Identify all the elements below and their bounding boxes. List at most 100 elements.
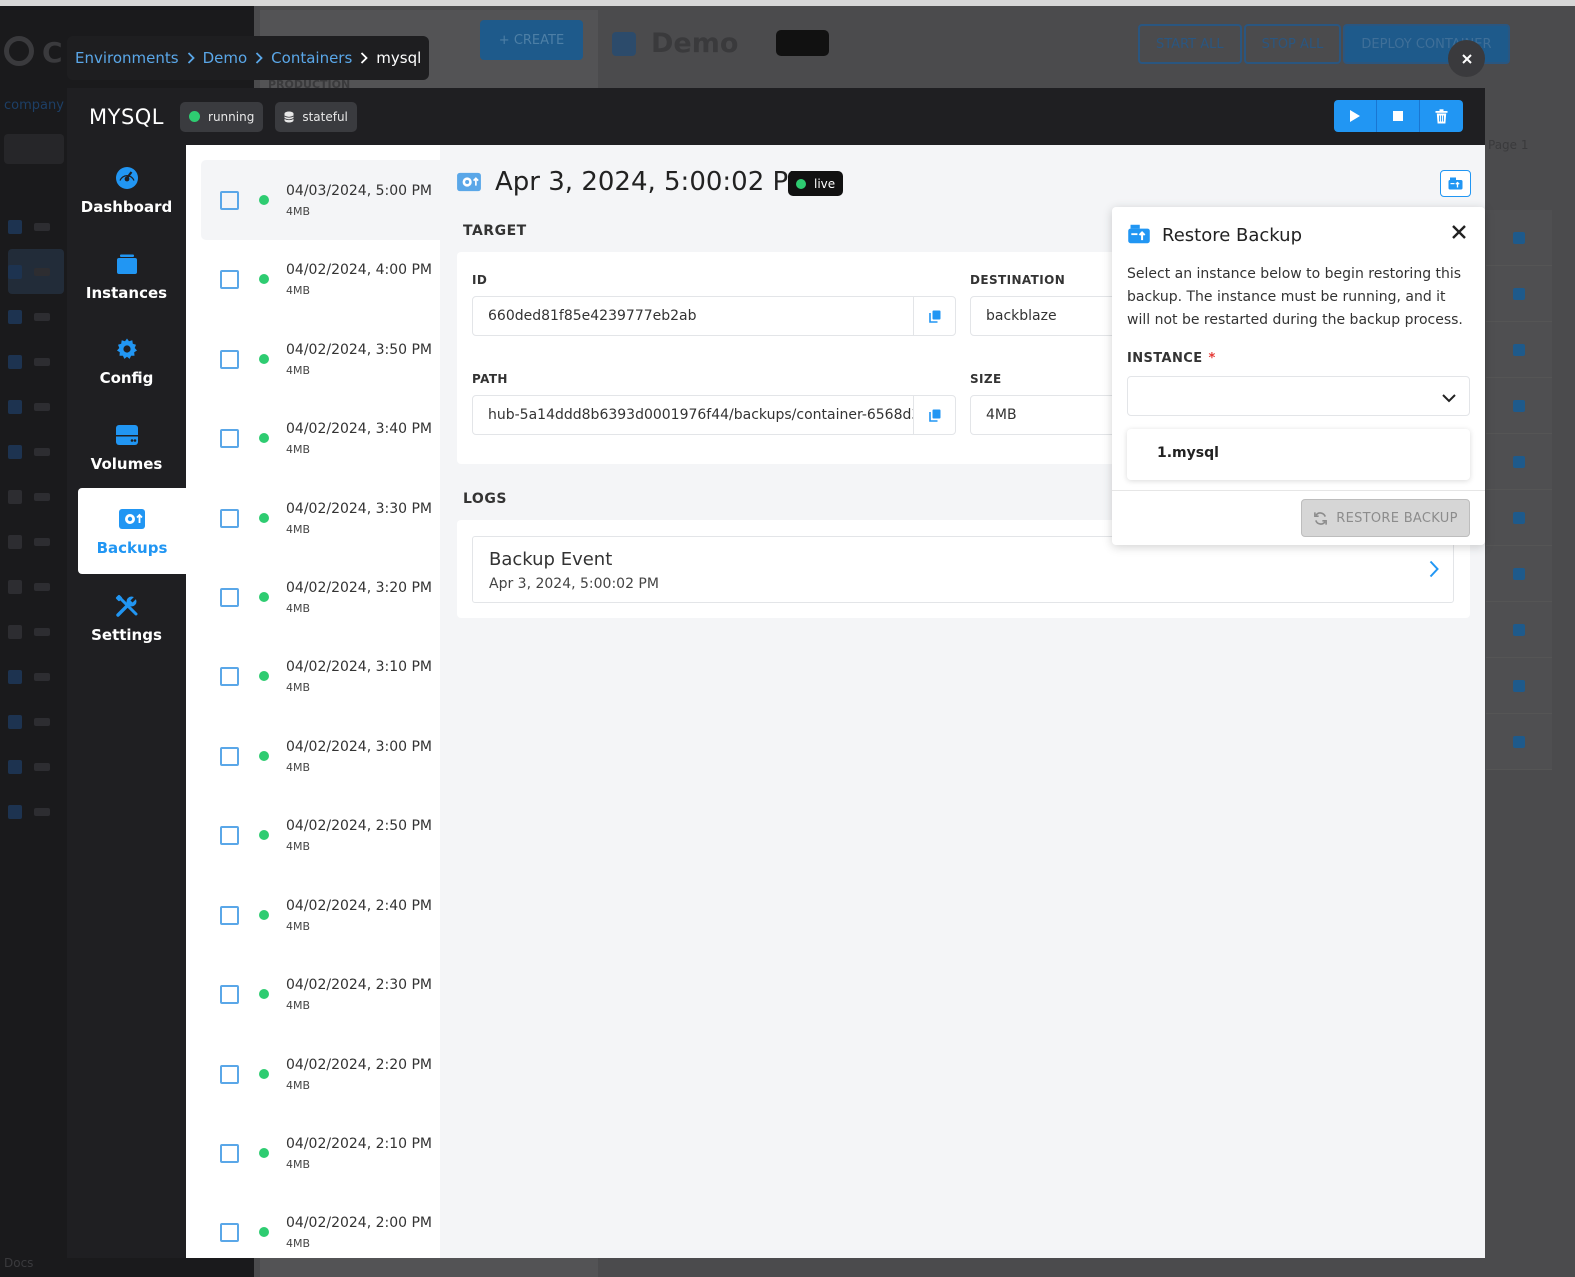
backup-row[interactable]: 04/02/2024, 2:30 PM 4MB — [201, 954, 440, 1034]
backup-row[interactable]: 04/02/2024, 2:20 PM 4MB — [201, 1034, 440, 1114]
dashboard-icon — [115, 164, 139, 192]
docs-link-dimmed: Docs — [4, 1256, 34, 1270]
backup-date: 04/02/2024, 2:10 PM — [286, 1135, 433, 1152]
restore-backup-button[interactable] — [1440, 170, 1471, 197]
volume-icon — [115, 421, 139, 449]
status-dot-icon — [259, 274, 269, 284]
backup-checkbox[interactable] — [220, 190, 239, 210]
backup-checkbox[interactable] — [220, 428, 239, 448]
nav-dashboard[interactable]: Dashboard — [67, 147, 186, 233]
close-icon — [1461, 53, 1472, 64]
live-badge-dimmed — [776, 30, 829, 56]
stop-button[interactable] — [1377, 100, 1420, 132]
destination-label: DESTINATION — [970, 273, 1066, 287]
backup-date: 04/02/2024, 2:50 PM — [286, 817, 433, 834]
status-dot-icon — [259, 433, 269, 443]
backup-row[interactable]: 04/02/2024, 3:40 PM 4MB — [201, 398, 440, 478]
breadcrumb: Environments Demo Containers mysql — [67, 36, 430, 80]
backup-row[interactable]: 04/03/2024, 5:00 PM 4MB — [201, 160, 440, 240]
backup-row[interactable]: 04/02/2024, 2:00 PM 4MB — [201, 1192, 440, 1258]
backup-checkbox[interactable] — [220, 825, 239, 845]
backup-checkbox[interactable] — [220, 349, 239, 369]
target-section-label: TARGET — [463, 223, 527, 239]
breadcrumb-current: mysql — [376, 49, 422, 67]
container-rows-dimmed — [1486, 210, 1552, 770]
backup-size: 4MB — [286, 839, 311, 853]
id-field: 660ded81f85e4239777eb2ab — [472, 296, 956, 336]
modal-header: MYSQL running stateful — [67, 88, 1485, 145]
refresh-icon — [1314, 511, 1328, 525]
status-text: running — [208, 109, 255, 124]
backup-size: 4MB — [286, 1236, 311, 1250]
start-all-button-dimmed: START ALL — [1138, 24, 1242, 64]
backup-row[interactable]: 04/02/2024, 2:40 PM 4MB — [201, 875, 440, 955]
search-box-dimmed — [4, 134, 64, 164]
nav-instances[interactable]: Instances — [67, 233, 186, 319]
delete-button[interactable] — [1420, 100, 1463, 132]
backup-checkbox[interactable] — [220, 1064, 239, 1084]
start-button[interactable] — [1334, 100, 1377, 132]
log-time: Apr 3, 2024, 5:00:02 PM — [489, 576, 659, 592]
backup-size: 4MB — [286, 204, 311, 218]
backup-icon — [118, 505, 146, 533]
breadcrumb-demo[interactable]: Demo — [203, 49, 248, 67]
backup-row[interactable]: 04/02/2024, 4:00 PM 4MB — [201, 239, 440, 319]
backup-row[interactable]: 04/02/2024, 2:50 PM 4MB — [201, 795, 440, 875]
stop-icon — [1393, 111, 1403, 121]
breadcrumb-containers[interactable]: Containers — [271, 49, 352, 67]
instance-label-text: INSTANCE — [1127, 351, 1203, 366]
nav-settings[interactable]: Settings — [67, 575, 186, 661]
backup-checkbox[interactable] — [220, 746, 239, 766]
backup-row[interactable]: 04/02/2024, 3:20 PM 4MB — [201, 557, 440, 637]
restore-icon — [1448, 177, 1463, 190]
container-nav: Dashboard Instances Config Volumes Backu… — [67, 145, 186, 1258]
backup-size: 4MB — [286, 442, 311, 456]
backup-row[interactable]: 04/02/2024, 3:10 PM 4MB — [201, 636, 440, 716]
backup-row[interactable]: 04/02/2024, 2:10 PM 4MB — [201, 1113, 440, 1193]
nav-instances-label: Instances — [85, 284, 168, 302]
log-item[interactable]: Backup Event Apr 3, 2024, 5:00:02 PM — [472, 536, 1454, 603]
close-icon — [1452, 225, 1466, 239]
nav-dashboard-label: Dashboard — [80, 198, 173, 216]
instance-option[interactable]: 1.mysql — [1157, 445, 1219, 461]
chevron-right-icon — [255, 52, 263, 64]
backup-checkbox[interactable] — [220, 508, 239, 528]
backup-checkbox[interactable] — [220, 587, 239, 607]
nav-config[interactable]: Config — [67, 318, 186, 404]
status-dot-icon — [259, 910, 269, 920]
close-popover-button[interactable] — [1450, 223, 1468, 245]
status-dot-icon — [796, 178, 806, 189]
copy-path-button[interactable] — [913, 396, 955, 434]
backup-checkbox[interactable] — [220, 666, 239, 686]
backup-checkbox[interactable] — [220, 905, 239, 925]
backup-checkbox[interactable] — [220, 1143, 239, 1163]
instance-dropdown-menu: 1.mysql — [1127, 429, 1470, 480]
required-marker: * — [1208, 351, 1216, 366]
backup-row[interactable]: 04/02/2024, 3:30 PM 4MB — [201, 478, 440, 558]
backup-size: 4MB — [286, 919, 311, 933]
instance-select[interactable] — [1127, 376, 1470, 416]
nav-backups-label: Backups — [96, 539, 168, 557]
backup-row[interactable]: 04/02/2024, 3:50 PM 4MB — [201, 319, 440, 399]
backup-row[interactable]: 04/02/2024, 3:00 PM 4MB — [201, 716, 440, 796]
backup-checkbox[interactable] — [220, 269, 239, 289]
status-dot-icon — [259, 751, 269, 761]
copy-id-button[interactable] — [913, 297, 955, 335]
status-badge: running — [180, 101, 264, 132]
close-modal-button[interactable] — [1448, 40, 1485, 77]
restore-backup-submit-label: RESTORE BACKUP — [1336, 510, 1458, 526]
backup-size: 4MB — [286, 522, 311, 536]
backup-checkbox[interactable] — [220, 1222, 239, 1242]
container-title: MYSQL — [89, 104, 165, 129]
nav-backups[interactable]: Backups — [78, 488, 186, 574]
backup-date: 04/02/2024, 3:30 PM — [286, 500, 433, 517]
restore-backup-submit-button[interactable]: RESTORE BACKUP — [1301, 499, 1470, 537]
copy-icon — [928, 409, 940, 422]
breadcrumb-environments[interactable]: Environments — [75, 49, 179, 67]
backup-checkbox[interactable] — [220, 984, 239, 1004]
nav-volumes[interactable]: Volumes — [67, 404, 186, 490]
status-dot-icon — [259, 195, 269, 205]
backups-list: 04/03/2024, 5:00 PM 4MB 04/02/2024, 4:00 … — [186, 145, 440, 1258]
restore-icon — [1127, 224, 1151, 248]
backup-date: 04/02/2024, 3:40 PM — [286, 420, 433, 437]
